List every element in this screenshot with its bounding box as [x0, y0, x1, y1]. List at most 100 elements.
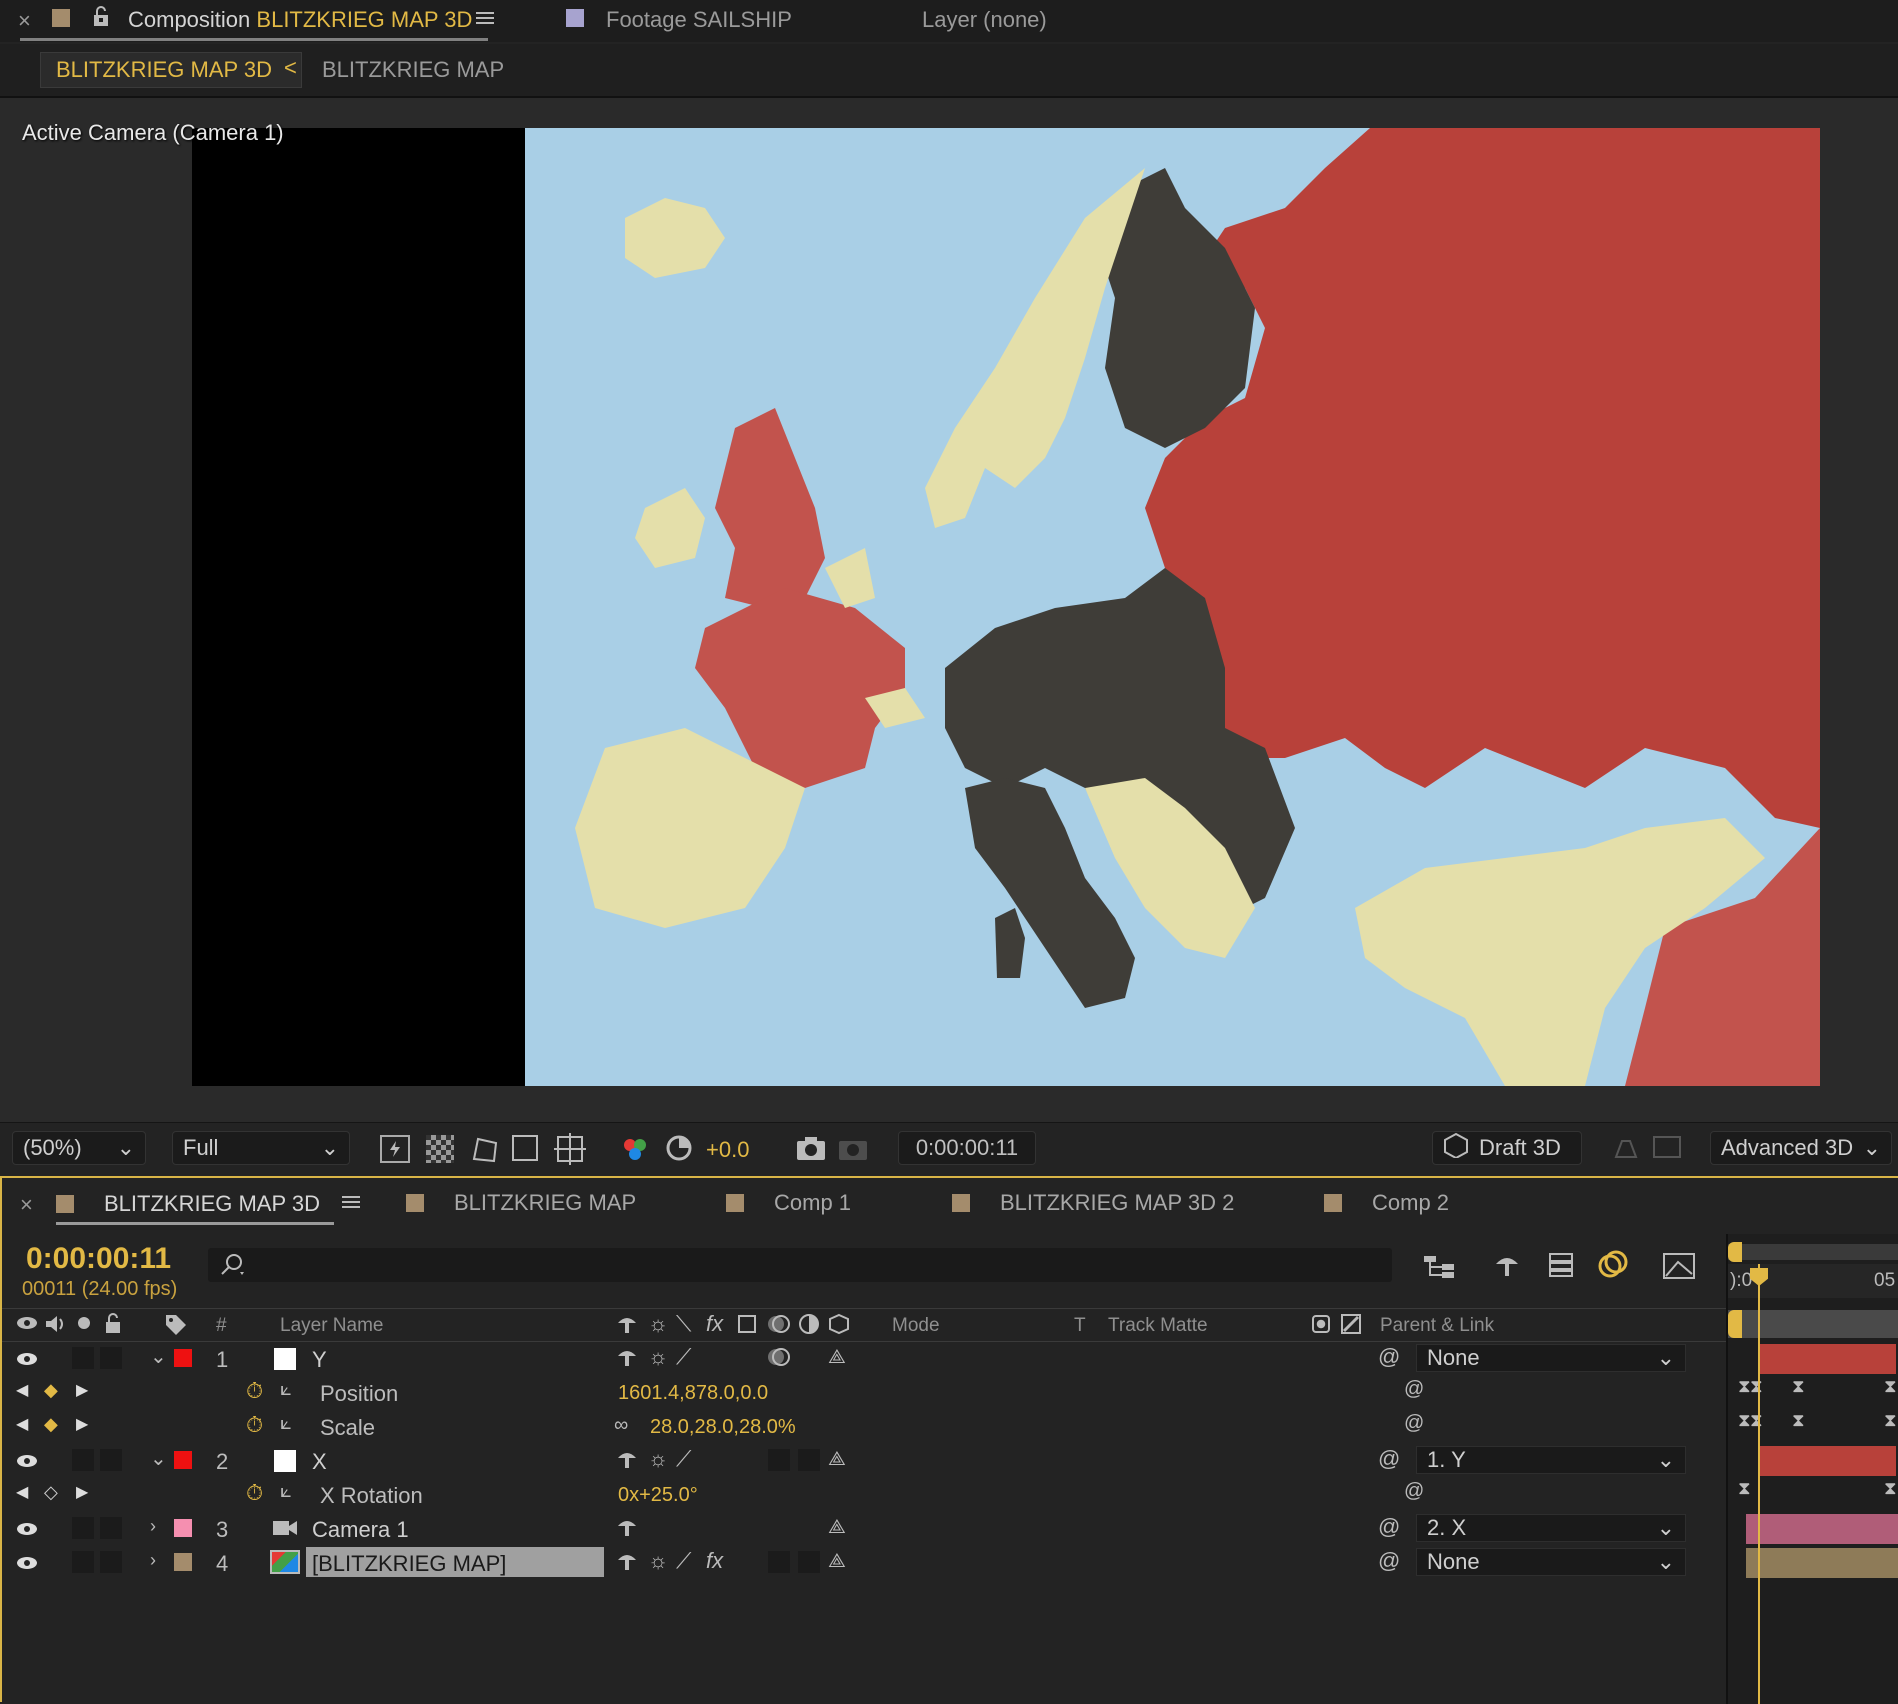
- keyframe-marker-icon[interactable]: ⧗: [1750, 1376, 1763, 1397]
- collapse-transform-switch[interactable]: ☼: [648, 1548, 668, 1574]
- 3d-layer-switch[interactable]: ⟁: [828, 1550, 846, 1573]
- motion-blur-icon[interactable]: [1598, 1248, 1630, 1285]
- parent-dropdown[interactable]: None ⌄: [1416, 1344, 1686, 1372]
- solo-toggle[interactable]: [72, 1551, 94, 1573]
- pick-whip-icon[interactable]: @: [1378, 1514, 1400, 1540]
- keyframe-empty-diamond-icon[interactable]: ◇: [44, 1482, 58, 1503]
- layer-duration-bar[interactable]: [1746, 1548, 1898, 1578]
- timeline-tab-active[interactable]: BLITZKRIEG MAP 3D: [56, 1190, 362, 1218]
- layer-duration-bar[interactable]: [1758, 1446, 1896, 1476]
- keyframe-marker-icon[interactable]: ⧗: [1792, 1410, 1805, 1431]
- next-keyframe-icon[interactable]: ▶: [76, 1414, 88, 1434]
- property-value[interactable]: 1601.4,878.0,0.0: [618, 1382, 768, 1405]
- stopwatch-icon[interactable]: ⏱: [246, 1480, 263, 1506]
- solo-toggle[interactable]: [72, 1517, 94, 1539]
- prev-keyframe-icon[interactable]: ◀: [16, 1414, 28, 1434]
- resolution-dropdown[interactable]: Full ⌄: [172, 1131, 350, 1165]
- adjustment-switch[interactable]: [798, 1551, 820, 1573]
- keyframe-marker-icon[interactable]: ⧗: [1884, 1376, 1897, 1397]
- timeline-tab[interactable]: Comp 2: [1324, 1190, 1449, 1216]
- composition-viewer[interactable]: Active Camera (Camera 1): [0, 98, 1898, 1122]
- next-keyframe-icon[interactable]: ▶: [76, 1380, 88, 1400]
- column-track-matte[interactable]: Track Matte: [1108, 1315, 1208, 1337]
- footage-tab[interactable]: Footage SAILSHIP: [606, 7, 792, 33]
- keyframe-marker-icon[interactable]: ⧗: [1884, 1410, 1897, 1431]
- pick-whip-icon[interactable]: @: [1404, 1480, 1424, 1503]
- layer-duration-bar[interactable]: [1758, 1344, 1896, 1374]
- region-of-interest-icon[interactable]: [512, 1135, 538, 1161]
- composition-tab[interactable]: Composition BLITZKRIEG MAP 3D: [128, 7, 472, 33]
- stopwatch-icon[interactable]: ⏱: [246, 1378, 263, 1404]
- layer-name[interactable]: [BLITZKRIEG MAP]: [312, 1551, 506, 1577]
- color-channels-icon[interactable]: [620, 1133, 652, 1170]
- eye-icon[interactable]: [16, 1555, 38, 1576]
- 3d-layer-switch[interactable]: ⟁: [828, 1346, 846, 1369]
- property-value[interactable]: 0x+25.0°: [618, 1484, 698, 1507]
- prev-keyframe-icon[interactable]: ◀: [16, 1482, 28, 1502]
- time-graph[interactable]: ):0 05 ⧗ ⧗ ⧗ ⧗ ⧗ ⧗ ⧗ ⧗ ⧗ ⧗: [1726, 1234, 1898, 1704]
- layer-search-input[interactable]: [208, 1248, 1392, 1282]
- layer-row[interactable]: ⌄ 1 Y ☼ ⟋ ⟁ @ None ⌄: [2, 1342, 1728, 1375]
- lock-toggle[interactable]: [100, 1551, 122, 1573]
- layer-name[interactable]: Camera 1: [312, 1517, 409, 1543]
- stopwatch-icon[interactable]: ⏱: [246, 1412, 263, 1438]
- timeline-tab[interactable]: BLITZKRIEG MAP 3D 2: [952, 1190, 1234, 1216]
- prev-keyframe-icon[interactable]: ◀: [16, 1380, 28, 1400]
- 3d-layer-switch[interactable]: ⟁: [828, 1516, 846, 1539]
- motion-blur-switch[interactable]: [768, 1449, 790, 1471]
- keyframe-marker-icon[interactable]: ⧗: [1738, 1410, 1751, 1431]
- transparency-grid-icon[interactable]: [426, 1135, 454, 1163]
- hamburger-menu-icon[interactable]: [476, 6, 496, 33]
- solo-toggle[interactable]: [72, 1347, 94, 1369]
- pick-whip-icon[interactable]: @: [1378, 1344, 1400, 1370]
- draft-3d-toggle[interactable]: Draft 3D: [1432, 1131, 1582, 1165]
- parent-dropdown[interactable]: None ⌄: [1416, 1548, 1686, 1576]
- chevron-right-icon[interactable]: ›: [150, 1550, 156, 1571]
- collapse-transform-switch[interactable]: ☼: [648, 1446, 668, 1472]
- keyframe-marker-icon[interactable]: ⧗: [1792, 1376, 1805, 1397]
- exposure-reset-icon[interactable]: [664, 1133, 694, 1168]
- fast-preview-icon[interactable]: [380, 1135, 410, 1163]
- close-icon[interactable]: ×: [20, 1192, 33, 1218]
- shy-switch-icon[interactable]: [616, 1448, 638, 1475]
- motion-blur-switch[interactable]: [766, 1346, 792, 1373]
- lock-icon[interactable]: [92, 6, 110, 33]
- layer-label-color[interactable]: [174, 1553, 192, 1571]
- column-parent-link[interactable]: Parent & Link: [1380, 1315, 1494, 1337]
- layer-label-color[interactable]: [174, 1519, 192, 1537]
- adjustment-switch[interactable]: [798, 1449, 820, 1471]
- layer-duration-bar[interactable]: [1746, 1514, 1898, 1544]
- renderer-dropdown[interactable]: Advanced 3D ⌄: [1710, 1131, 1892, 1165]
- exposure-value[interactable]: +0.0: [706, 1137, 749, 1163]
- keyframe-diamond-icon[interactable]: ◆: [44, 1380, 58, 1401]
- parent-dropdown[interactable]: 2. X ⌄: [1416, 1514, 1686, 1542]
- constrain-proportions-link-icon[interactable]: ∞: [614, 1414, 628, 1437]
- chevron-right-icon[interactable]: ›: [150, 1516, 156, 1537]
- layer-row[interactable]: ⌄ 2 X ☼ ⟋ ⟁ @ 1. Y ⌄: [2, 1444, 1728, 1477]
- composition-flowchart-icon[interactable]: [1422, 1250, 1456, 1285]
- pick-whip-icon[interactable]: @: [1404, 1412, 1424, 1435]
- motion-blur-switch[interactable]: [768, 1551, 790, 1573]
- layer-name[interactable]: X: [312, 1449, 327, 1475]
- frame-blending-icon[interactable]: [1546, 1250, 1576, 1285]
- 3d-layer-switch[interactable]: ⟁: [828, 1448, 846, 1471]
- close-icon[interactable]: ×: [18, 8, 31, 34]
- lock-toggle[interactable]: [100, 1449, 122, 1471]
- shy-layers-icon[interactable]: [1492, 1250, 1522, 1285]
- graph-icon[interactable]: ⟀: [280, 1412, 292, 1435]
- column-mode[interactable]: Mode: [892, 1315, 940, 1337]
- keyframe-marker-icon[interactable]: ⧗: [1750, 1410, 1763, 1431]
- show-snapshot-icon[interactable]: [838, 1135, 868, 1166]
- breadcrumb-active[interactable]: BLITZKRIEG MAP 3D: [56, 57, 272, 83]
- shy-switch-icon[interactable]: [616, 1550, 638, 1577]
- layer-row[interactable]: › 3 Camera 1 ⟁ @ 2. X ⌄: [2, 1512, 1728, 1545]
- layer-tab[interactable]: Layer (none): [922, 7, 1047, 33]
- timeline-tab[interactable]: BLITZKRIEG MAP: [406, 1190, 636, 1216]
- eye-icon[interactable]: [16, 1521, 38, 1542]
- timeline-tab[interactable]: Comp 1: [726, 1190, 851, 1216]
- extended-viewer-icon[interactable]: [1652, 1135, 1682, 1164]
- magnification-dropdown[interactable]: (50%) ⌄: [12, 1131, 146, 1165]
- chevron-down-icon[interactable]: ⌄: [150, 1446, 167, 1471]
- layer-label-color[interactable]: [174, 1349, 192, 1367]
- current-time-indicator[interactable]: [1758, 1264, 1760, 1704]
